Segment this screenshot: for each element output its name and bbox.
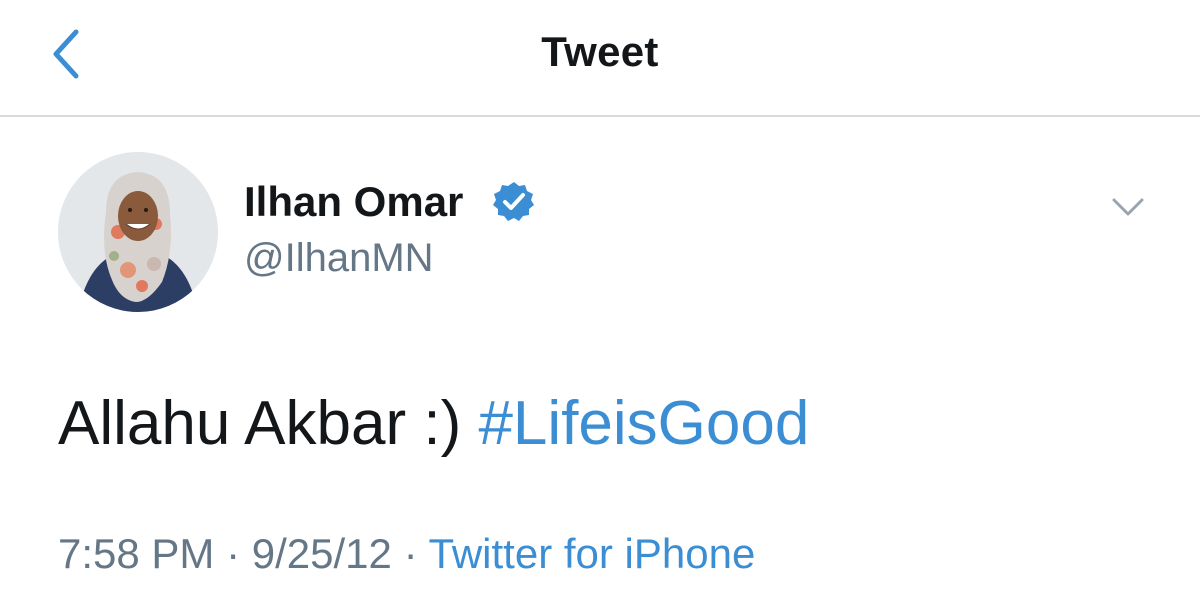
tweet-meta: 7:58 PM · 9/25/12 · Twitter for iPhone xyxy=(58,530,755,578)
author-handle[interactable]: @IlhanMN xyxy=(244,236,434,281)
author-name[interactable]: Ilhan Omar xyxy=(244,178,463,226)
tweet-body: Allahu Akbar :) xyxy=(58,389,462,458)
avatar-photo xyxy=(58,152,218,312)
tweet-date: 9/25/12 xyxy=(251,530,392,577)
tweet-source-link[interactable]: Twitter for iPhone xyxy=(429,530,756,577)
meta-separator: · xyxy=(226,530,241,577)
meta-separator: · xyxy=(403,530,418,577)
hashtag-link[interactable]: #LifeisGood xyxy=(478,389,809,458)
tweet-options-button[interactable] xyxy=(1108,190,1148,224)
tweet-time: 7:58 PM xyxy=(58,530,215,577)
nav-header: Tweet xyxy=(0,0,1200,117)
verified-badge-icon xyxy=(493,182,534,221)
chevron-down-icon xyxy=(1112,198,1144,216)
page-title: Tweet xyxy=(541,28,659,75)
tweet-detail-screen: Tweet Ilhan Omar @IlhanMN Allahu Akbar:… xyxy=(0,0,1200,615)
avatar[interactable] xyxy=(58,152,218,312)
tweet-text: Allahu Akbar :) #LifeisGood xyxy=(58,388,809,459)
